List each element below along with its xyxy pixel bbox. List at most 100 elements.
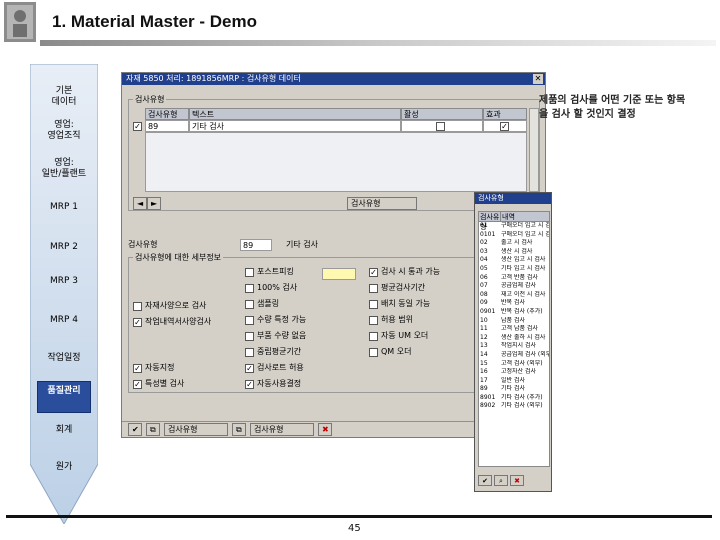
copy-icon[interactable]: ⧉ <box>146 423 160 436</box>
popup-list-item[interactable]: 13 작업지시 검사 <box>479 342 549 351</box>
popup-list-item[interactable]: 09 반복 검사 <box>479 299 549 308</box>
process-step: 작업일정 <box>47 353 81 363</box>
popup-item-code: 07 <box>480 282 488 290</box>
popup-list-item[interactable]: 12 생산 출하 시 검사 <box>479 334 549 343</box>
right-option-checkbox[interactable] <box>369 332 378 341</box>
table-scrollbar[interactable] <box>529 108 539 192</box>
process-step: MRP 2 <box>49 242 79 252</box>
popup-list-item[interactable]: 15 고객 검사 (외부) <box>479 360 549 369</box>
row-effect-cell[interactable]: ✓ <box>483 120 527 132</box>
process-step: 기본 데이터 <box>51 86 77 107</box>
popup-list-item[interactable]: 07 공급업체 감사 <box>479 282 549 291</box>
row-code[interactable]: 89 <box>145 120 189 132</box>
bottom-left-option-checkbox[interactable]: ✓ <box>133 380 142 389</box>
popup-item-code: 0101 <box>480 230 496 238</box>
toolbar-button-2[interactable]: 검사유형 <box>250 423 314 436</box>
bottom-left-option-checkbox[interactable]: ✓ <box>133 364 142 373</box>
popup-item-code: 02 <box>480 239 488 247</box>
search-icon[interactable]: ⌕ <box>494 475 508 486</box>
popup-item-text: 출고 시 검사 <box>501 239 533 247</box>
popup-list-item[interactable]: 0901 반복 검사 (추가) <box>479 308 549 317</box>
popup-list-item[interactable]: 89 기타 검사 <box>479 385 549 394</box>
table-empty-area <box>145 132 527 192</box>
bottom-mid-option-label: 검사로트 허용 <box>257 363 304 372</box>
popup-item-code: 17 <box>480 376 488 384</box>
left-option-checkbox[interactable]: ✓ <box>133 318 142 327</box>
check-icon[interactable]: ✔ <box>128 423 142 436</box>
popup-list-item[interactable]: 03 생산 시 검사 <box>479 248 549 257</box>
popup-item-code: 8902 <box>480 402 496 410</box>
right-option-checkbox[interactable] <box>369 316 378 325</box>
mid-option-checkbox[interactable] <box>245 284 254 293</box>
annotation-text: 제품의 검사를 어떤 기준 또는 항목을 검사 할 것인지 결정 <box>539 95 686 120</box>
toolbar-button-1[interactable]: 검사유형 <box>164 423 228 436</box>
process-step: 품질관리 <box>47 386 81 396</box>
process-step: 원가 <box>55 462 73 472</box>
popup-list-item[interactable]: 06 고객 반품 검사 <box>479 274 549 283</box>
mid-option-checkbox[interactable] <box>245 348 254 357</box>
popup-item-code: 06 <box>480 273 488 281</box>
popup-list-item[interactable]: 0101 구매오더 입고 시 검사 (추가) <box>479 231 549 240</box>
left-option-checkbox[interactable] <box>133 302 142 311</box>
popup-list-item[interactable]: 04 생산 입고 시 검사 <box>479 256 549 265</box>
mid-option-checkbox[interactable] <box>245 268 254 277</box>
popup-list-item[interactable]: 14 공급업체 검사 (외부) <box>479 351 549 360</box>
left-option-label: 작업내역서사양검사 <box>145 317 212 326</box>
bottom-mid-option-checkbox[interactable]: ✓ <box>245 364 254 373</box>
right-option-label: 평균검사기간 <box>381 283 426 292</box>
right-option-label: 허용 범위 <box>381 315 413 324</box>
confirm-icon[interactable]: ✔ <box>478 475 492 486</box>
copy-icon[interactable]: ⧉ <box>232 423 246 436</box>
popup-item-code: 01 <box>480 222 488 229</box>
process-step: 회계 <box>55 425 73 435</box>
post-picking-field[interactable] <box>322 268 356 280</box>
right-option-checkbox[interactable]: ✓ <box>369 268 378 277</box>
sap-window-title-text: 자재 5850 처리: 1891856MRP : 검사유형 데이터 <box>126 74 301 83</box>
cancel-icon[interactable]: ✖ <box>510 475 524 486</box>
popup-list-item[interactable]: 01 구매오더 입고 시 검사 <box>479 222 549 231</box>
footer-line <box>6 515 712 518</box>
mid-option-checkbox[interactable] <box>245 332 254 341</box>
right-option-checkbox[interactable] <box>369 348 378 357</box>
right-option-checkbox[interactable] <box>369 284 378 293</box>
popup-list-item[interactable]: 11 고객 납품 검사 <box>479 325 549 334</box>
popup-list-item[interactable]: 08 재고 이전 시 검사 <box>479 291 549 300</box>
row-select-checkbox[interactable]: ✓ <box>133 122 142 131</box>
popup-list-item[interactable]: 17 일반 검사 <box>479 377 549 386</box>
inspection-type-button[interactable]: 검사유형 <box>347 197 417 210</box>
scroll-first-button[interactable]: ◄ <box>133 197 148 210</box>
popup-item-code: 09 <box>480 299 488 307</box>
popup-list-item[interactable]: 8901 기타 검사 (추가) <box>479 394 549 403</box>
active-checkbox[interactable] <box>436 122 445 131</box>
popup-list-item[interactable]: 8902 기타 검사 (외부) <box>479 402 549 411</box>
popup-header-code: 검사유형 <box>480 212 501 231</box>
close-icon[interactable]: ✕ <box>533 74 543 84</box>
popup-item-text: 공급업체 감사 <box>501 282 537 290</box>
popup-item-text: 재고 이전 시 검사 <box>501 290 546 298</box>
popup-list-header: 검사유형 내역 <box>479 212 549 231</box>
popup-list-item[interactable]: 10 납품 검사 <box>479 317 549 326</box>
row-active-cell[interactable] <box>401 120 483 132</box>
popup-list-item[interactable]: 16 고정자산 검사 <box>479 368 549 377</box>
effect-checkbox[interactable]: ✓ <box>500 122 509 131</box>
popup-item-text: 반복 검사 (추가) <box>501 307 543 315</box>
process-step: MRP 3 <box>49 276 79 286</box>
mid-option-checkbox[interactable] <box>245 316 254 325</box>
process-step: 영업: 영업조직 <box>47 120 81 141</box>
popup-header-text: 내역 <box>502 213 515 221</box>
cancel-icon[interactable]: ✖ <box>318 423 332 436</box>
page-number: 45 <box>348 523 361 534</box>
popup-list-item[interactable]: 02 출고 시 검사 <box>479 239 549 248</box>
bottom-mid-option-checkbox[interactable]: ✓ <box>245 380 254 389</box>
sap-window-title: 자재 5850 처리: 1891856MRP : 검사유형 데이터 ✕ <box>122 73 545 85</box>
right-option-checkbox[interactable] <box>369 300 378 309</box>
popup-item-code: 0901 <box>480 307 496 315</box>
mid-option-checkbox[interactable] <box>245 300 254 309</box>
scroll-next-button[interactable]: ► <box>147 197 162 210</box>
insp-type-field[interactable]: 89 <box>240 239 272 251</box>
popup-list-item[interactable]: 05 기타 입고 시 검사 <box>479 265 549 274</box>
mid-option-label: 부품 수량 없음 <box>257 331 307 340</box>
detail-group-title: 검사유형에 대한 세부정보 <box>133 252 224 263</box>
popup-item-text: 기타 검사 (추가) <box>501 393 543 401</box>
row-text[interactable]: 기타 검사 <box>189 120 401 132</box>
